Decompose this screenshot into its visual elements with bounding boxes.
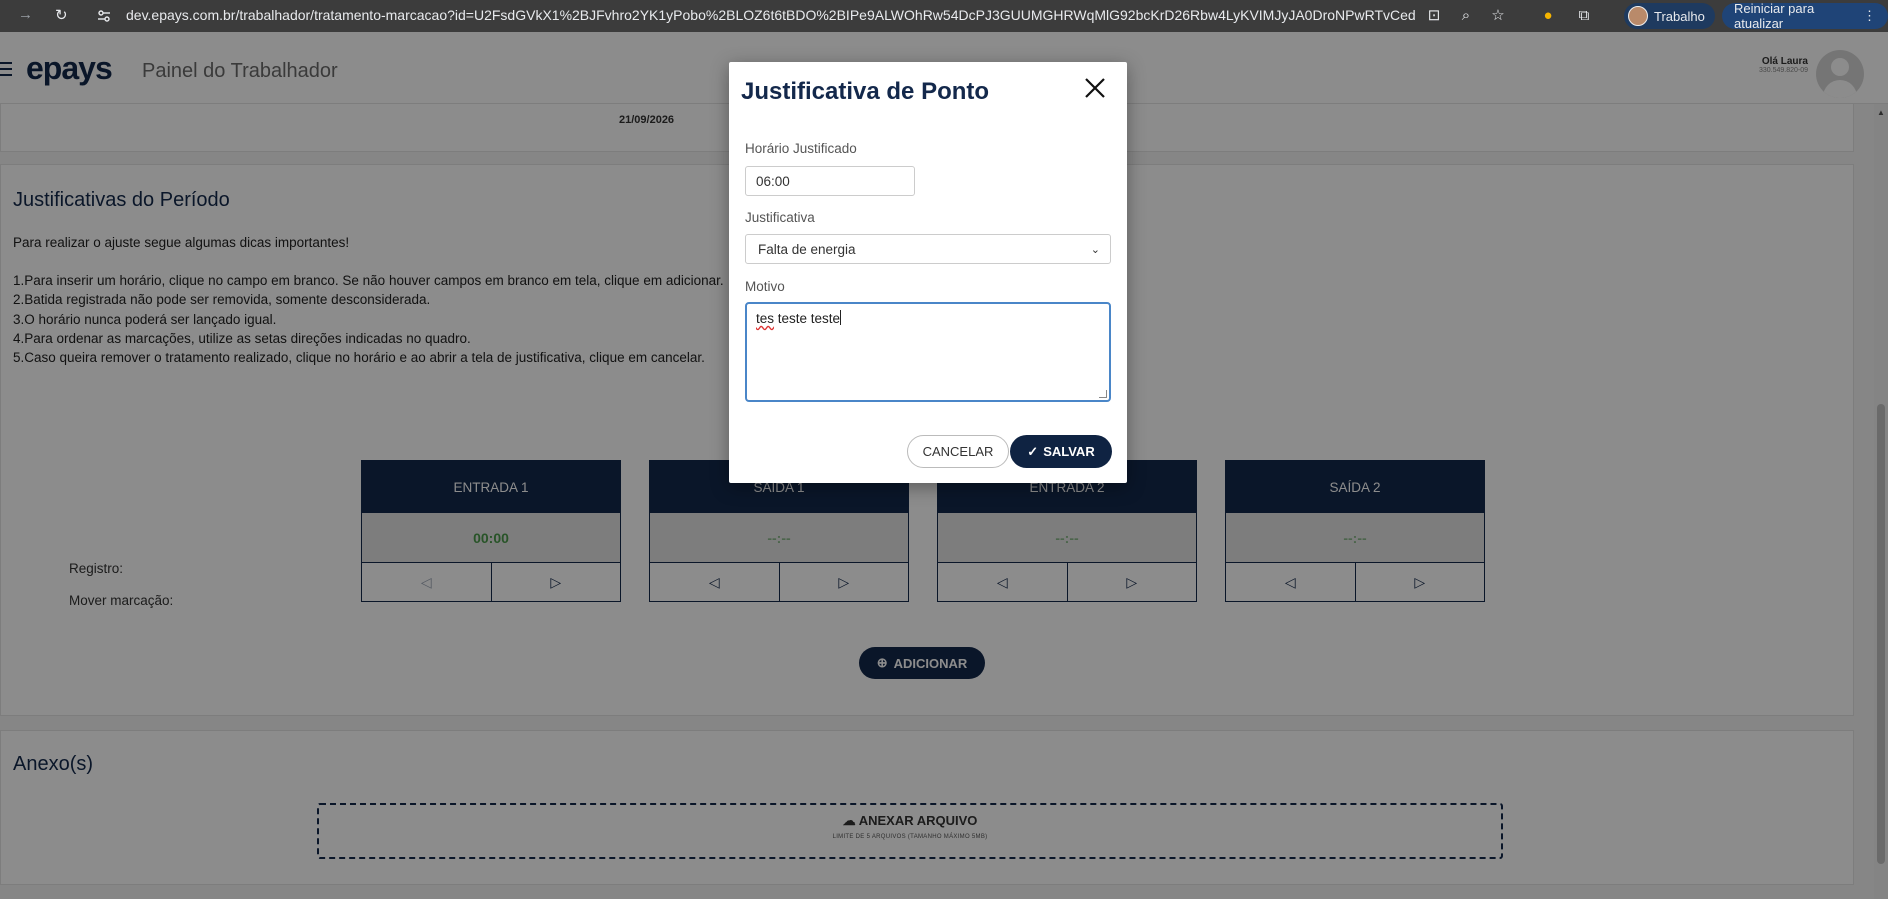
chevron-down-icon: ⌄: [1090, 243, 1100, 256]
reason-select[interactable]: Falta de energia ⌄: [745, 234, 1111, 264]
reload-icon[interactable]: ↻: [55, 6, 68, 24]
bookmark-star-icon[interactable]: ☆: [1488, 6, 1508, 26]
update-button[interactable]: Reiniciar para atualizar ⋮: [1722, 1, 1888, 31]
profile-button[interactable]: Trabalho: [1624, 3, 1715, 29]
menu-kebab-icon: ⋮: [1863, 8, 1876, 23]
extensions-puzzle-icon[interactable]: ⧉: [1574, 6, 1594, 26]
install-app-icon[interactable]: ⊡: [1424, 6, 1444, 26]
justification-modal: Justificativa de Ponto Horário Justifica…: [729, 62, 1127, 483]
address-bar[interactable]: dev.epays.com.br/trabalhador/tratamento-…: [126, 7, 1416, 23]
motive-label: Motivo: [745, 279, 785, 294]
save-label: SALVAR: [1043, 444, 1095, 459]
motive-text: teste teste: [774, 311, 841, 326]
profile-avatar: [1628, 6, 1648, 26]
extension-icon[interactable]: ●: [1538, 6, 1558, 26]
time-label: Horário Justificado: [745, 141, 857, 156]
save-button[interactable]: ✓ SALVAR: [1010, 435, 1112, 468]
modal-title: Justificativa de Ponto: [741, 78, 990, 105]
resize-handle-icon[interactable]: [1099, 390, 1107, 398]
misspelled-word: tes: [756, 311, 775, 326]
profile-label: Trabalho: [1654, 8, 1705, 24]
zoom-icon[interactable]: ⌕: [1456, 6, 1476, 26]
reason-selected: Falta de energia: [758, 241, 856, 257]
update-label: Reiniciar para atualizar: [1734, 1, 1815, 31]
reason-label: Justificativa: [745, 210, 815, 225]
motive-textarea[interactable]: tes teste teste: [745, 302, 1111, 402]
time-input[interactable]: 06:00: [745, 166, 915, 196]
check-icon: ✓: [1027, 443, 1039, 459]
close-icon[interactable]: [1083, 76, 1107, 100]
site-info-icon[interactable]: [96, 8, 112, 24]
cancel-button[interactable]: CANCELAR: [907, 435, 1009, 468]
forward-icon[interactable]: →: [18, 6, 33, 23]
browser-toolbar: → ↻ dev.epays.com.br/trabalhador/tratame…: [0, 0, 1888, 32]
text-caret: [840, 310, 842, 325]
